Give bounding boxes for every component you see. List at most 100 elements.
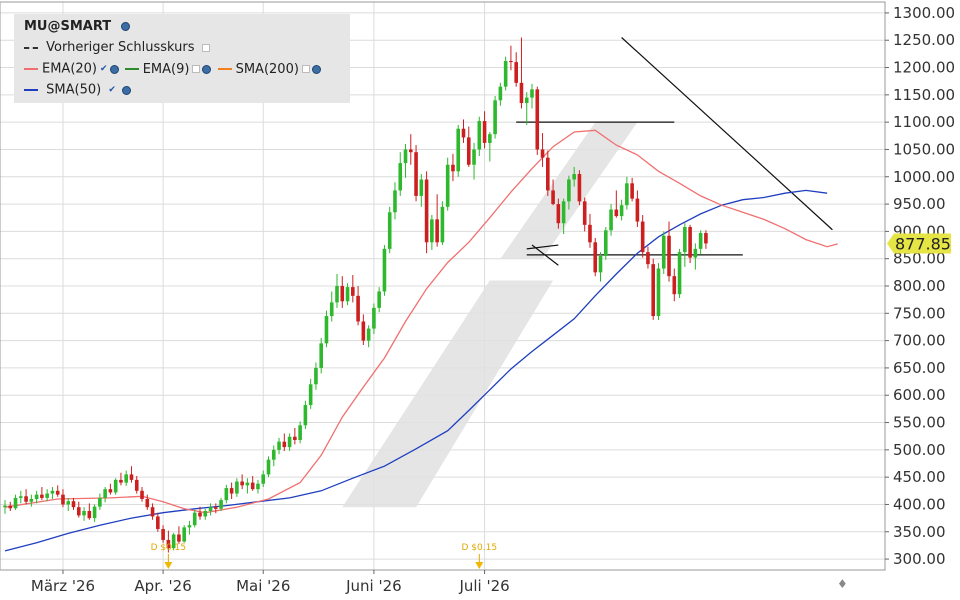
globe-icon[interactable] — [311, 64, 321, 74]
check-icon[interactable]: ✔ — [108, 81, 116, 99]
candle-body — [92, 506, 97, 519]
candle-body — [683, 227, 687, 253]
candle-body — [477, 121, 482, 150]
candle-body — [582, 201, 587, 225]
candle-body — [398, 163, 403, 191]
dividend-markers: D $0.15 D $0.15 — [151, 543, 497, 569]
y-tick-label: 450.00 — [893, 468, 946, 486]
visibility-checkbox[interactable] — [192, 65, 201, 73]
candle-body — [546, 157, 550, 191]
candle-body — [298, 425, 302, 441]
candle-body — [461, 128, 466, 138]
candle-body — [303, 405, 308, 426]
candle-body — [414, 152, 418, 196]
candle-body — [82, 511, 86, 516]
legend-ma-row: EMA(20) ✔ EMA(9) SMA(200) — [24, 60, 323, 78]
candle-body — [161, 529, 165, 540]
y-tick-label: 750.00 — [893, 304, 946, 322]
y-tick-label: 800.00 — [893, 277, 946, 295]
candle-body — [134, 479, 139, 491]
candle-body — [609, 209, 613, 231]
candle-body — [235, 481, 239, 494]
candle-body — [693, 248, 698, 258]
candle-body — [119, 479, 123, 483]
candle-body — [340, 286, 345, 302]
dividend-arrow-icon — [164, 562, 173, 569]
candle-body — [177, 534, 181, 542]
candle-body — [619, 205, 624, 217]
candle-body — [424, 179, 429, 243]
candle-body — [256, 483, 260, 490]
sma50-swatch-icon — [24, 89, 38, 91]
globe-icon[interactable] — [109, 64, 119, 74]
y-tick-label: 600.00 — [893, 386, 946, 404]
candle-body — [540, 149, 545, 158]
candle-body — [156, 516, 160, 530]
chart-legend: MU@SMART Vorheriger Schlusskurs EMA(20) ✔… — [14, 14, 350, 103]
y-tick-label: 1200.00 — [893, 59, 955, 77]
globe-icon[interactable] — [122, 85, 132, 95]
y-tick-label: 1300.00 — [893, 4, 955, 22]
candle-body — [445, 164, 450, 207]
y-tick-label: 550.00 — [893, 414, 946, 432]
candle-body — [556, 204, 561, 224]
candle-body — [472, 149, 476, 165]
prev-close-label: Vorheriger Schlusskurs — [46, 40, 195, 55]
candle-body — [393, 190, 397, 213]
x-tick-label: Juli '26 — [458, 577, 509, 595]
candle-body — [630, 183, 634, 199]
sma200-label: SMA(200) — [235, 61, 299, 77]
last-price-label: 877.85 — [895, 234, 951, 253]
check-icon[interactable]: ✔ — [100, 60, 108, 78]
y-tick-label: 700.00 — [893, 332, 946, 350]
candle-body — [577, 174, 582, 202]
candle-body — [488, 134, 492, 143]
y-tick-label: 500.00 — [893, 441, 946, 459]
y-tick-label: 1100.00 — [893, 113, 955, 131]
candle-body — [203, 511, 208, 517]
candle-body — [329, 302, 334, 317]
candle-body — [335, 286, 339, 303]
visibility-checkbox[interactable] — [301, 65, 310, 73]
dividend-label: D $0.15 — [462, 543, 498, 553]
candle-body — [40, 494, 44, 498]
y-tick-label: 350.00 — [893, 523, 946, 541]
y-tick-label: 1000.00 — [893, 168, 955, 186]
candle-body — [366, 328, 371, 341]
globe-icon[interactable] — [121, 22, 131, 31]
candle-body — [351, 287, 355, 296]
candle-body — [530, 89, 534, 98]
candle-body — [387, 212, 392, 249]
candle-body — [282, 441, 287, 448]
scroll-handle-icon: ♦ — [837, 577, 848, 591]
candle-body — [456, 128, 461, 172]
candle-body — [572, 174, 576, 180]
candle-body — [250, 482, 255, 490]
sma50-label: SMA(50) — [46, 82, 102, 98]
candle-body — [561, 201, 566, 224]
candle-body — [108, 489, 113, 493]
candle-body — [182, 527, 186, 542]
candle-body — [514, 62, 518, 83]
candle-body — [435, 219, 439, 243]
legend-ema9[interactable]: EMA(9) — [124, 61, 212, 79]
candle-body — [219, 500, 223, 509]
candle-body — [635, 198, 640, 222]
sma200-swatch-icon — [217, 68, 232, 70]
candle-body — [567, 179, 571, 202]
legend-sma200[interactable]: SMA(200) — [217, 61, 321, 79]
legend-ema20[interactable]: EMA(20) ✔ — [24, 60, 119, 79]
globe-icon[interactable] — [202, 64, 212, 74]
candle-body — [640, 221, 645, 253]
candle-body — [698, 233, 703, 249]
candle-body — [524, 97, 529, 104]
candle-body — [377, 291, 381, 308]
candle-body — [466, 137, 471, 165]
candle-body — [319, 343, 323, 368]
x-tick-label: Juni '26 — [345, 577, 402, 595]
visibility-checkbox[interactable] — [201, 43, 210, 52]
candle-body — [593, 242, 598, 273]
candle-body — [29, 499, 34, 502]
candle-body — [430, 219, 434, 243]
candle-body — [503, 60, 508, 87]
